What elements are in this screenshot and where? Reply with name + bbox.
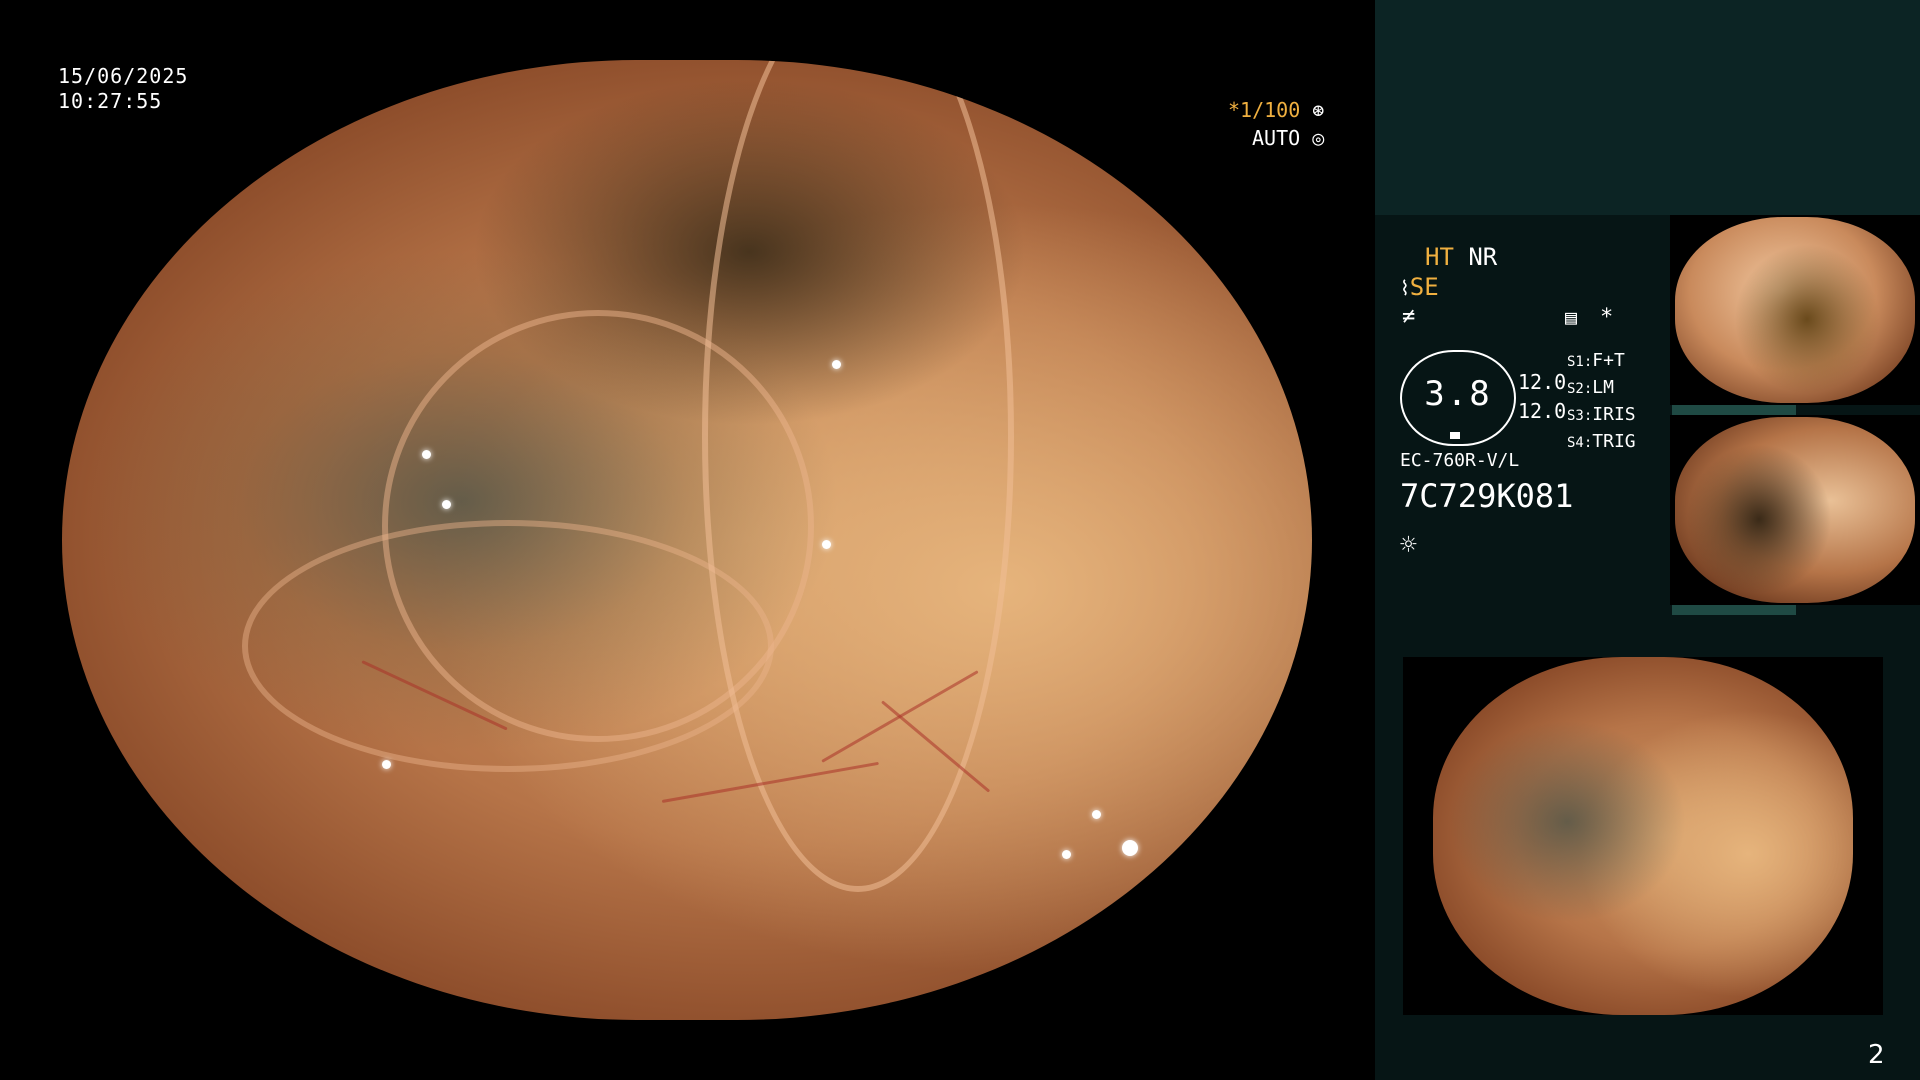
se-flag: SE bbox=[1409, 273, 1439, 301]
star-icon: * bbox=[1600, 305, 1614, 330]
scope-serial: 7C729K081 bbox=[1400, 477, 1574, 515]
mucosal-fold bbox=[242, 520, 774, 772]
thumbnail-2-image bbox=[1675, 417, 1915, 603]
shutter-value: *1/100 bbox=[1228, 98, 1301, 122]
thumbnail-2-frame[interactable] bbox=[1670, 415, 1920, 605]
auto-iris-icon: ◎ bbox=[1312, 126, 1325, 150]
light-reflection bbox=[1092, 810, 1101, 819]
page-number: 2 bbox=[1868, 1040, 1885, 1070]
light-reflection bbox=[832, 360, 841, 369]
nr-flag: NR bbox=[1468, 243, 1498, 271]
ht-flag: HT bbox=[1425, 243, 1454, 271]
switch-s4: S4:TRIG bbox=[1567, 431, 1636, 452]
light-reflection bbox=[382, 760, 391, 769]
auto-iris-indicator: AUTO ◎ bbox=[1252, 126, 1324, 150]
switch-s3: S3:IRIS bbox=[1567, 404, 1636, 425]
freeze-icon: ≠ bbox=[1402, 304, 1416, 329]
switch-s2: S2:LM bbox=[1567, 377, 1614, 398]
time-readout: 10:27:55 bbox=[58, 89, 163, 113]
shutter-indicator: *1/100 ⊛ bbox=[1228, 98, 1324, 122]
light-reflection bbox=[442, 500, 451, 509]
shutter-icon: ⊛ bbox=[1312, 98, 1325, 122]
status-se: ⌇SE bbox=[1400, 273, 1439, 301]
scope-model: EC-760R-V/L bbox=[1400, 450, 1520, 471]
thumbnail-1-bar bbox=[1672, 405, 1796, 415]
thumbnail-1-image bbox=[1675, 217, 1915, 403]
readout-lower: 12.0 bbox=[1518, 399, 1567, 423]
endoscope-main-view bbox=[62, 60, 1312, 1020]
auto-mode-label: AUTO bbox=[1252, 126, 1301, 150]
light-reflection bbox=[822, 540, 831, 549]
light-reflection bbox=[422, 450, 431, 459]
preview-frame[interactable] bbox=[1403, 657, 1883, 1015]
status-ht-nr: HT NR bbox=[1425, 243, 1497, 271]
zoom-gauge: 3.8 bbox=[1400, 350, 1516, 446]
light-reflection bbox=[1062, 850, 1071, 859]
date-readout: 15/06/2025 bbox=[58, 64, 189, 88]
scope-icon: ⌇ bbox=[1400, 276, 1410, 300]
gauge-marker bbox=[1450, 432, 1460, 439]
sidebar-header-panel bbox=[1375, 0, 1920, 215]
thumbnail-2-bar bbox=[1672, 605, 1796, 615]
memo-icon: ▤ bbox=[1565, 305, 1578, 329]
readout-upper: 12.0 bbox=[1518, 370, 1567, 394]
light-reflection bbox=[1122, 840, 1138, 856]
switch-list: S1:F+T S2:LM S3:IRIS S4:TRIG bbox=[1567, 348, 1636, 456]
light-icon: ☼ bbox=[1400, 528, 1417, 561]
preview-image bbox=[1433, 657, 1853, 1015]
thumbnail-1-frame[interactable] bbox=[1670, 215, 1920, 405]
gauge-value: 3.8 bbox=[1424, 374, 1492, 414]
switch-s1: S1:F+T bbox=[1567, 350, 1625, 371]
